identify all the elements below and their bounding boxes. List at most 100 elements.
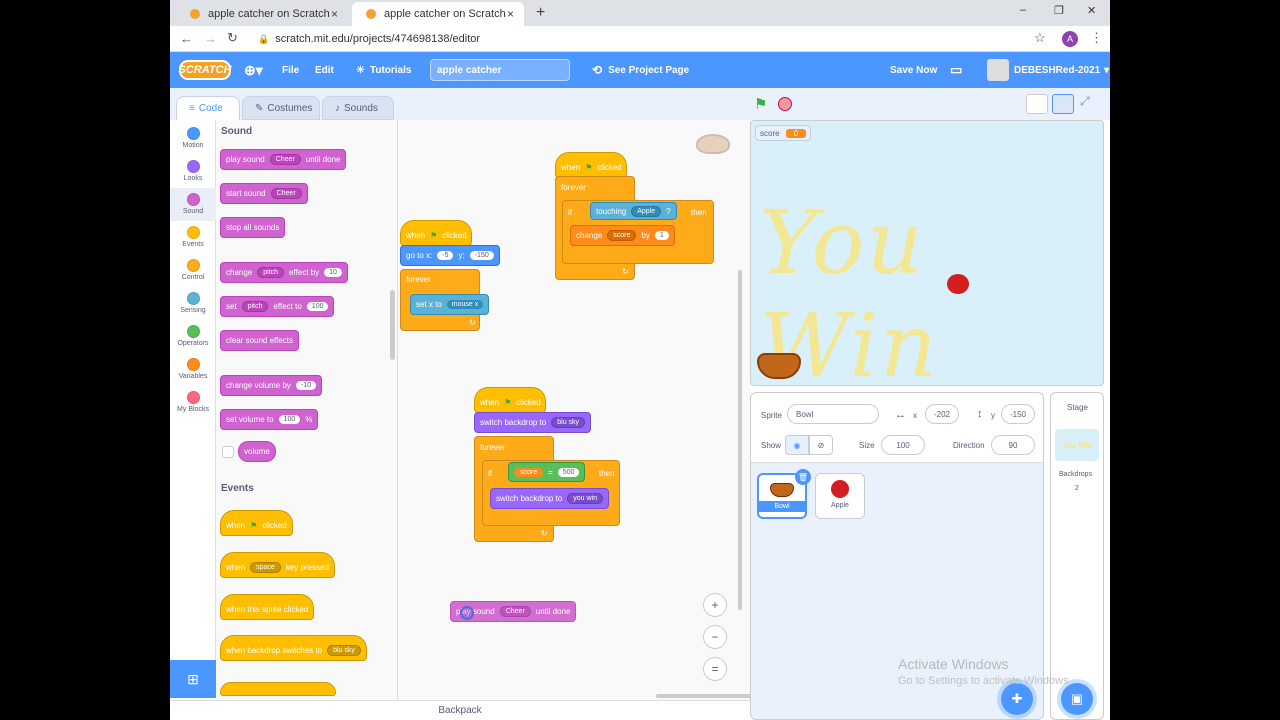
- tab-sounds[interactable]: ♪ Sounds: [322, 96, 394, 120]
- small-stage-button[interactable]: [1026, 94, 1048, 114]
- partial-event-block[interactable]: [220, 682, 336, 696]
- sprite-dropdown[interactable]: Apple: [631, 205, 662, 217]
- sound-dropdown[interactable]: Cheer: [270, 188, 302, 199]
- sound-dropdown[interactable]: Cheer: [269, 154, 301, 165]
- language-globe-icon[interactable]: ⊕▾: [244, 52, 263, 88]
- browser-tab-active[interactable]: apple catcher on Scratch ×: [352, 2, 524, 26]
- when-sprite-clicked-block[interactable]: when this sprite clicked: [220, 594, 315, 620]
- account-menu[interactable]: DEBESHRed-2021 ▾: [987, 52, 1109, 88]
- zoom-reset-button[interactable]: =: [703, 657, 727, 681]
- tutorials-button[interactable]: ☀ Tutorials: [356, 52, 411, 88]
- number-input[interactable]: 10: [324, 268, 342, 277]
- set-pitch-effect-block[interactable]: set pitch effect to 100: [220, 296, 335, 317]
- y-input[interactable]: -150: [469, 251, 494, 260]
- show-visible-button[interactable]: ◉: [785, 435, 809, 455]
- size-input[interactable]: 100: [881, 435, 925, 455]
- equals-operator-block[interactable]: score = 500: [508, 462, 586, 482]
- backdrop-dropdown[interactable]: you win: [567, 493, 603, 504]
- sprite-name-input[interactable]: Bowl: [787, 404, 879, 424]
- clear-sound-effects-block[interactable]: clear sound effects: [220, 330, 300, 351]
- when-flag-clicked-block[interactable]: when ⚑ clicked: [220, 510, 293, 536]
- volume-reporter-block[interactable]: volume: [238, 441, 276, 462]
- save-now-button[interactable]: Save Now: [890, 52, 937, 88]
- my-stuff-folder-icon[interactable]: ▭: [950, 52, 962, 88]
- project-title-input[interactable]: apple catcher: [430, 59, 570, 81]
- stage-canvas[interactable]: score 0 You Win: [750, 120, 1104, 386]
- delete-sprite-icon[interactable]: 🗑: [795, 469, 811, 485]
- score-reporter[interactable]: score: [514, 467, 544, 477]
- number-input[interactable]: 100: [278, 415, 301, 424]
- tab-costumes[interactable]: ✎ Costumes: [242, 96, 320, 120]
- when-flag-clicked-block[interactable]: when ⚑ clicked: [474, 387, 546, 413]
- stage-thumbnail[interactable]: You Win: [1055, 429, 1099, 461]
- category-sound[interactable]: Sound: [170, 188, 216, 221]
- forward-arrow-icon[interactable]: →: [204, 31, 217, 46]
- number-input[interactable]: -10: [295, 381, 317, 390]
- profile-avatar[interactable]: A: [1062, 31, 1078, 47]
- category-operators[interactable]: Operators: [170, 320, 216, 353]
- close-window-button[interactable]: ✕: [1087, 4, 1096, 17]
- stop-icon[interactable]: [778, 97, 792, 111]
- category-sensing[interactable]: Sensing: [170, 287, 216, 320]
- scratch-logo[interactable]: SCRATCH: [179, 60, 231, 80]
- stop-all-sounds-block[interactable]: stop all sounds: [220, 217, 286, 238]
- browser-tab[interactable]: apple catcher on Scratch ×: [176, 2, 348, 26]
- palette-scrollbar[interactable]: [390, 290, 395, 360]
- change-score-block[interactable]: change score by 1: [570, 225, 675, 246]
- play-sound-until-done-block[interactable]: play sound Cheer until done: [220, 149, 347, 170]
- number-input[interactable]: 1: [654, 231, 669, 240]
- y-input[interactable]: -150: [1001, 404, 1035, 424]
- volume-monitor-checkbox[interactable]: [222, 446, 234, 458]
- category-events[interactable]: Events: [170, 221, 216, 254]
- see-project-page-button[interactable]: ⟲ See Project Page: [592, 52, 689, 88]
- green-flag-icon[interactable]: ⚑: [754, 95, 767, 113]
- variable-dropdown[interactable]: score: [607, 230, 637, 241]
- show-hidden-button[interactable]: ⊘: [809, 435, 833, 455]
- sound-dropdown[interactable]: Cheer: [499, 606, 531, 617]
- start-sound-block[interactable]: start sound Cheer: [220, 183, 308, 204]
- number-input[interactable]: 500: [557, 467, 580, 477]
- category-motion[interactable]: Motion: [170, 122, 216, 155]
- choose-sprite-button[interactable]: ✚: [1001, 683, 1033, 715]
- backdrop-dropdown[interactable]: blu sky: [327, 644, 361, 656]
- direction-input[interactable]: 90: [991, 435, 1035, 455]
- backdrop-dropdown[interactable]: blu sky: [551, 417, 586, 428]
- category-looks[interactable]: Looks: [170, 155, 216, 188]
- score-monitor[interactable]: score 0: [755, 125, 812, 141]
- zoom-out-button[interactable]: −: [703, 625, 727, 649]
- add-extension-button[interactable]: ⊞: [170, 660, 216, 698]
- minimize-button[interactable]: –: [1020, 4, 1026, 16]
- edit-menu[interactable]: Edit: [315, 52, 334, 88]
- x-input[interactable]: -5: [437, 251, 454, 260]
- vertical-scrollbar[interactable]: [738, 270, 742, 610]
- touching-block[interactable]: touching Apple ?: [590, 202, 677, 220]
- browser-menu-icon[interactable]: ⋮: [1090, 30, 1103, 46]
- tab-code[interactable]: ≡ Code: [176, 96, 240, 120]
- reload-icon[interactable]: ↻: [227, 30, 238, 46]
- number-input[interactable]: 100: [306, 302, 329, 311]
- set-volume-block[interactable]: set volume to 100 %: [220, 409, 319, 430]
- maximize-button[interactable]: ❐: [1054, 4, 1064, 17]
- fullscreen-icon[interactable]: ⤢: [1080, 94, 1090, 109]
- category-variables[interactable]: Variables: [170, 353, 216, 386]
- set-x-block[interactable]: set x to mouse x: [410, 294, 490, 315]
- when-flag-clicked-block[interactable]: when ⚑ clicked: [555, 152, 627, 178]
- new-tab-button[interactable]: +: [536, 4, 545, 22]
- switch-backdrop-block[interactable]: switch backdrop to you win: [490, 488, 609, 509]
- effect-dropdown[interactable]: pitch: [241, 301, 269, 312]
- apple-sprite[interactable]: [947, 274, 969, 294]
- back-arrow-icon[interactable]: ←: [180, 31, 193, 46]
- url-field[interactable]: 🔒 scratch.mit.edu/projects/474698138/edi…: [248, 28, 1048, 50]
- when-key-pressed-block[interactable]: when space key pressed: [220, 552, 335, 578]
- choose-backdrop-button[interactable]: ▣: [1061, 683, 1093, 715]
- bookmark-star-icon[interactable]: ☆: [1034, 30, 1046, 46]
- stage-selector[interactable]: Stage You Win Backdrops 2 ▣: [1050, 392, 1104, 720]
- switch-backdrop-block[interactable]: switch backdrop to blu sky: [474, 412, 592, 433]
- file-menu[interactable]: File: [282, 52, 299, 88]
- effect-dropdown[interactable]: pitch: [257, 267, 285, 278]
- sprite-thumb-apple[interactable]: Apple: [815, 473, 865, 519]
- mouse-x-reporter[interactable]: mouse x: [446, 300, 484, 309]
- go-to-xy-block[interactable]: go to x: -5 y: -150: [400, 245, 500, 266]
- category-control[interactable]: Control: [170, 254, 216, 287]
- close-tab-icon[interactable]: ×: [331, 7, 338, 21]
